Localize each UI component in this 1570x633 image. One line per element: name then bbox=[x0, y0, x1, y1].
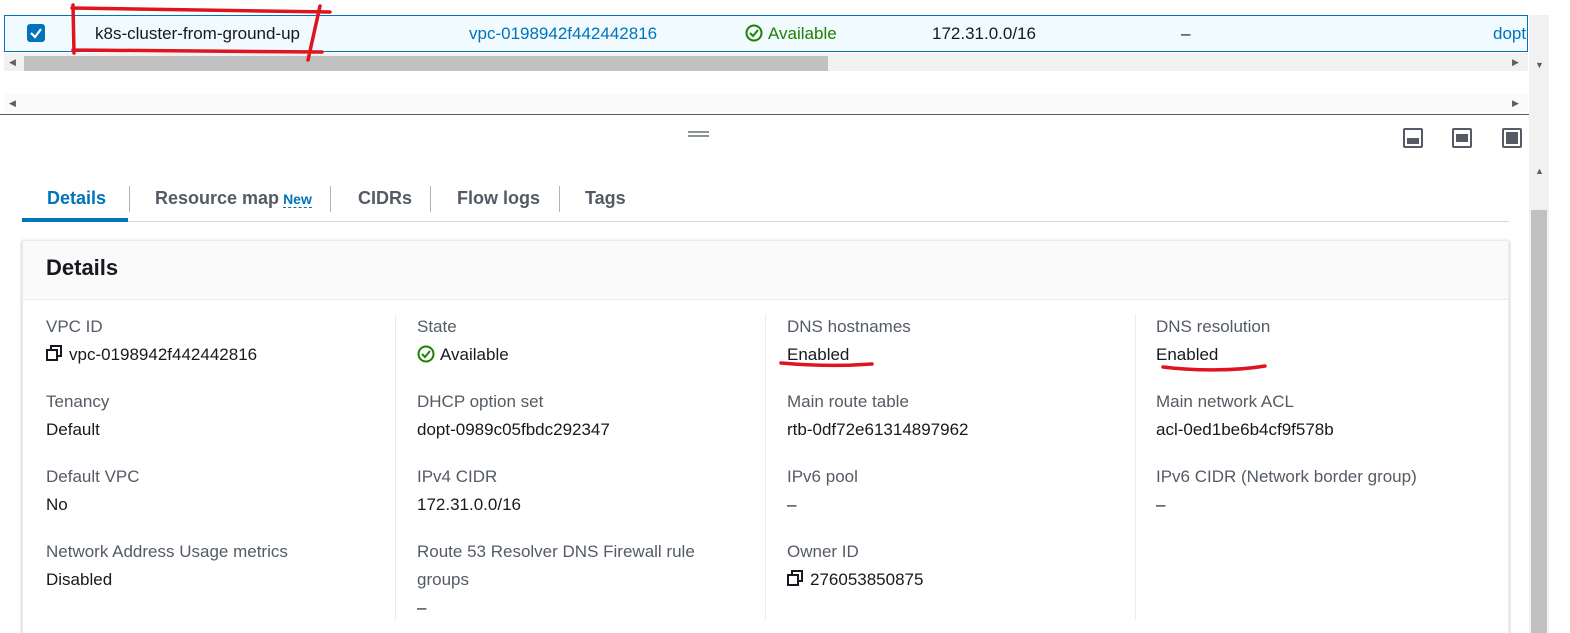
vpc-id-value: vpc-0198942f442442816 bbox=[69, 345, 258, 364]
field-value: – bbox=[1156, 495, 1166, 514]
tab-tags[interactable]: Tags bbox=[585, 180, 626, 222]
field-label: IPv6 CIDR (Network border group) bbox=[1156, 467, 1417, 486]
row-state-label: Available bbox=[768, 24, 837, 43]
field-label: IPv4 CIDR bbox=[417, 467, 498, 486]
vpc-table-row[interactable]: k8s-cluster-from-ground-up vpc-0198942f4… bbox=[4, 15, 1528, 52]
status-success-icon bbox=[745, 24, 763, 42]
field-label: DNS hostnames bbox=[787, 317, 911, 336]
details-title: Details bbox=[46, 255, 119, 280]
row-checkbox[interactable] bbox=[27, 24, 45, 42]
tab-separator bbox=[330, 186, 331, 212]
field-value: Enabled bbox=[787, 345, 850, 364]
checkmark-icon bbox=[30, 28, 42, 39]
position-bottom-icon[interactable] bbox=[1403, 128, 1423, 148]
field-dns-hostnames: DNS hostnames Enabled bbox=[787, 313, 911, 369]
field-main-network-acl: Main network ACL acl-0ed1be6b4cf9f578b bbox=[1156, 388, 1334, 444]
main-route-table-link[interactable]: rtb-0df72e61314897962 bbox=[787, 416, 969, 444]
field-label: VPC ID bbox=[46, 317, 103, 336]
page-horizontal-scrollbar[interactable]: ◀ ▶ bbox=[4, 94, 1528, 112]
status-success-icon bbox=[417, 345, 435, 363]
field-main-route-table: Main route table rtb-0df72e61314897962 bbox=[787, 388, 969, 444]
table-horizontal-scrollbar[interactable]: ◀ ▶ bbox=[4, 53, 1528, 71]
copy-icon[interactable] bbox=[787, 570, 804, 587]
tab-cidrs[interactable]: CIDRs bbox=[358, 180, 412, 222]
field-value: – bbox=[417, 598, 427, 617]
row-ipv4-cidr: 172.31.0.0/16 bbox=[932, 24, 1036, 43]
scroll-right-arrow-icon[interactable]: ▶ bbox=[1512, 94, 1519, 112]
field-label: DNS resolution bbox=[1156, 317, 1271, 336]
field-label: State bbox=[417, 317, 457, 336]
tab-separator bbox=[430, 186, 431, 212]
tab-separator bbox=[559, 186, 560, 212]
field-tenancy: Tenancy Default bbox=[46, 388, 109, 444]
field-route53-firewall: Route 53 Resolver DNS Firewall rule grou… bbox=[417, 538, 695, 622]
row-vpc-id-link[interactable]: vpc-0198942f442442816 bbox=[469, 16, 657, 53]
state-value: Available bbox=[440, 345, 509, 364]
scrollbar-thumb[interactable] bbox=[24, 56, 828, 71]
field-label-line2: groups bbox=[417, 570, 469, 589]
vertical-scrollbar-thumb[interactable] bbox=[1531, 210, 1547, 633]
field-label: Default VPC bbox=[46, 467, 140, 486]
owner-id-value: 276053850875 bbox=[810, 570, 924, 589]
column-divider bbox=[765, 314, 766, 620]
tab-flow-logs[interactable]: Flow logs bbox=[457, 180, 540, 222]
scroll-down-arrow-icon[interactable]: ▼ bbox=[1535, 56, 1544, 74]
dhcp-option-set-link[interactable]: dopt-0989c05fbdc292347 bbox=[417, 416, 610, 444]
field-owner-id: Owner ID 276053850875 bbox=[787, 538, 923, 594]
details-tabs: Details Resource map New CIDRs Flow logs … bbox=[22, 180, 1509, 222]
field-label: IPv6 pool bbox=[787, 467, 858, 486]
field-ipv6-cidr: IPv6 CIDR (Network border group) – bbox=[1156, 463, 1417, 519]
scroll-up-arrow-icon[interactable]: ▲ bbox=[1535, 162, 1544, 180]
scroll-left-arrow-icon[interactable]: ◀ bbox=[9, 94, 16, 112]
field-label: Network Address Usage metrics bbox=[46, 542, 288, 561]
scroll-right-arrow-icon[interactable]: ▶ bbox=[1512, 53, 1519, 71]
field-label-line1: Route 53 Resolver DNS Firewall rule bbox=[417, 542, 695, 561]
row-dhcp-link[interactable]: dopt bbox=[1493, 16, 1529, 53]
field-label: DHCP option set bbox=[417, 392, 544, 411]
tab-separator bbox=[129, 186, 130, 212]
details-header: Details bbox=[23, 241, 1508, 300]
field-nau-metrics: Network Address Usage metrics Disabled bbox=[46, 538, 288, 594]
field-value: – bbox=[787, 495, 797, 514]
main-network-acl-link[interactable]: acl-0ed1be6b4cf9f578b bbox=[1156, 416, 1334, 444]
field-label: Main network ACL bbox=[1156, 392, 1294, 411]
field-dns-resolution: DNS resolution Enabled bbox=[1156, 313, 1270, 369]
active-tab-indicator bbox=[22, 218, 128, 222]
field-dhcp-option-set: DHCP option set dopt-0989c05fbdc292347 bbox=[417, 388, 610, 444]
tab-resource-map[interactable]: Resource map New bbox=[155, 180, 312, 222]
position-side-icon[interactable] bbox=[1452, 128, 1472, 148]
field-value: 276053850875 bbox=[787, 566, 923, 594]
field-vpc-id: VPC ID vpc-0198942f442442816 bbox=[46, 313, 257, 369]
field-value: Available bbox=[417, 341, 509, 369]
field-label: Tenancy bbox=[46, 392, 110, 411]
tab-resource-map-label: Resource map bbox=[155, 188, 280, 208]
drag-handle-icon[interactable] bbox=[688, 131, 709, 137]
copy-icon[interactable] bbox=[46, 345, 63, 362]
field-label: Owner ID bbox=[787, 542, 859, 561]
field-label: Main route table bbox=[787, 392, 909, 411]
row-name: k8s-cluster-from-ground-up bbox=[95, 24, 301, 43]
field-ipv6-pool: IPv6 pool – bbox=[787, 463, 858, 519]
scroll-left-arrow-icon[interactable]: ◀ bbox=[9, 53, 16, 71]
field-ipv4-cidr: IPv4 CIDR 172.31.0.0/16 bbox=[417, 463, 521, 519]
field-default-vpc: Default VPC No bbox=[46, 463, 140, 519]
split-panel-divider bbox=[0, 114, 1529, 115]
field-value: Enabled bbox=[1156, 345, 1219, 364]
field-state: State Available bbox=[417, 313, 509, 369]
field-value: Default bbox=[46, 420, 100, 439]
row-ipv6-cidr: – bbox=[1181, 24, 1191, 43]
maximize-panel-icon[interactable] bbox=[1502, 128, 1522, 148]
tab-details[interactable]: Details bbox=[47, 180, 106, 222]
field-value: vpc-0198942f442442816 bbox=[46, 341, 257, 369]
field-value: 172.31.0.0/16 bbox=[417, 495, 521, 514]
field-value: No bbox=[46, 495, 68, 514]
row-state: Available bbox=[745, 16, 837, 53]
column-divider bbox=[395, 314, 396, 620]
column-divider bbox=[1135, 314, 1136, 620]
new-badge: New bbox=[283, 191, 312, 208]
field-value: Disabled bbox=[46, 570, 113, 589]
